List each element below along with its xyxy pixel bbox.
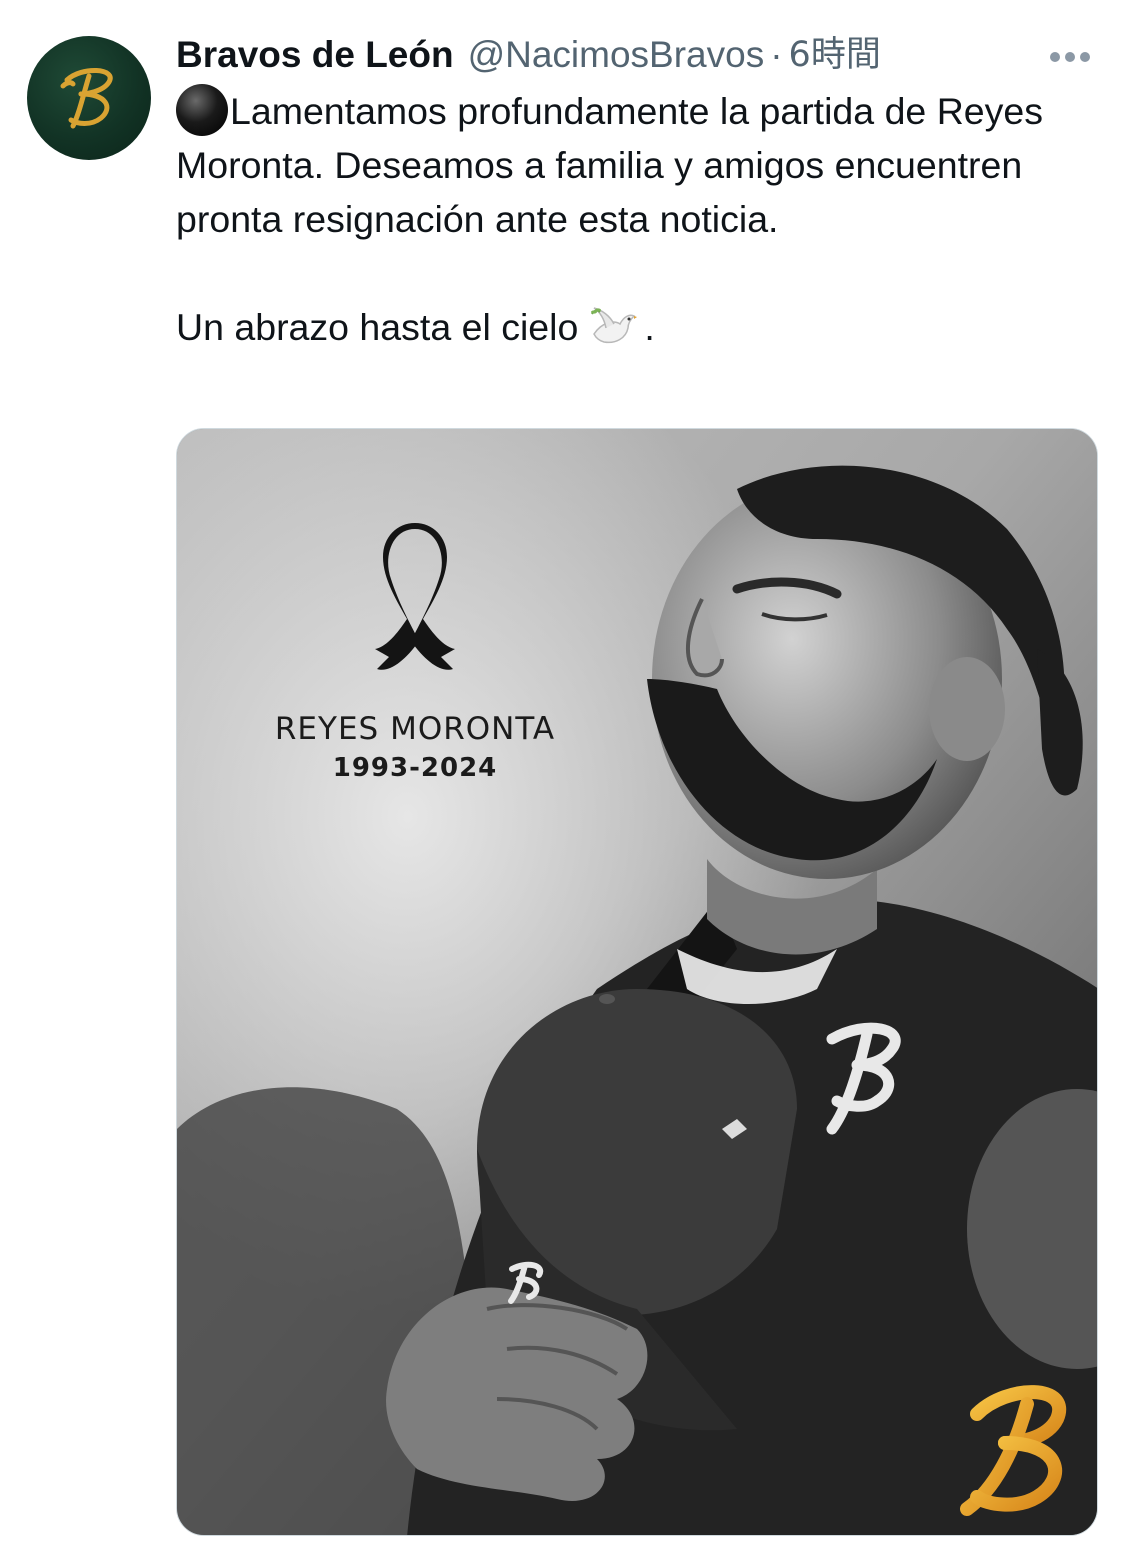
timestamp[interactable]: 6時間 bbox=[789, 30, 881, 80]
tweet-paragraph-2: Un abrazo hasta el cielo . bbox=[176, 300, 1076, 364]
team-b-logo-icon bbox=[60, 67, 113, 129]
black-circle-emoji bbox=[176, 84, 228, 136]
user-handle[interactable]: @NacimosBravos bbox=[468, 30, 765, 80]
memorial-name: REYES MORONTA bbox=[274, 711, 556, 747]
memorial-years: 1993-2024 bbox=[332, 753, 498, 783]
avatar[interactable] bbox=[27, 36, 151, 160]
dove-emoji bbox=[588, 304, 638, 364]
tweet-paragraph-1: Lamentamos profundamente la partida de R… bbox=[176, 84, 1076, 246]
more-horizontal-icon bbox=[1050, 52, 1060, 62]
memorial-photo bbox=[177, 429, 1097, 1535]
tweet-header: Bravos de León @NacimosBravos · 6時間 bbox=[176, 30, 1076, 80]
display-name[interactable]: Bravos de León bbox=[176, 30, 454, 80]
separator-dot: · bbox=[770, 34, 783, 75]
tweet-text: Lamentamos profundamente la partida de R… bbox=[176, 84, 1076, 364]
more-options-button[interactable] bbox=[1044, 40, 1096, 70]
tweet-photo[interactable]: REYES MORONTA 1993-2024 bbox=[176, 428, 1098, 1536]
